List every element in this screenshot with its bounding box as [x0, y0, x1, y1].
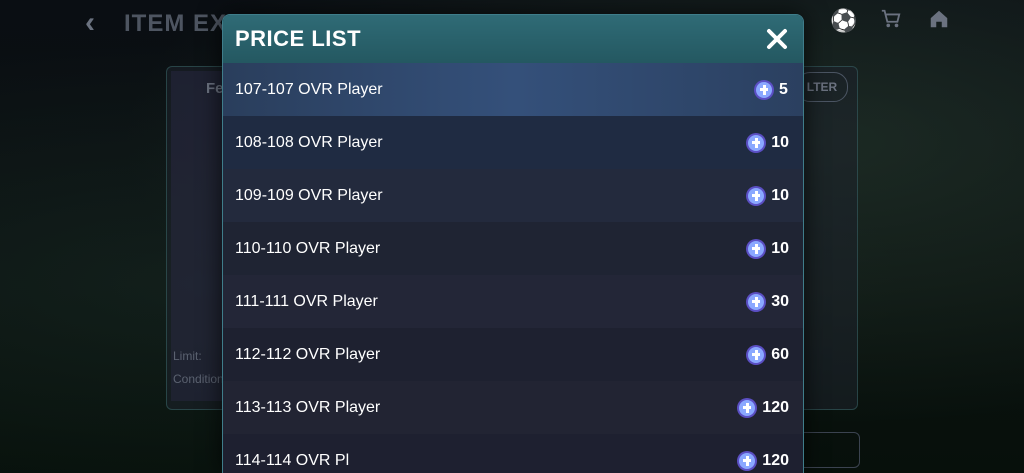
price-row-label: 112-112 OVR Player: [235, 345, 381, 363]
modal-header: PRICE LIST: [223, 15, 803, 63]
modal-title: PRICE LIST: [235, 26, 362, 51]
price-row-label: 109-109 OVR Player: [235, 186, 383, 204]
price-amount: 5: [779, 80, 788, 98]
price-row-value: 10: [745, 238, 789, 260]
price-row: 113-113 OVR Player 120: [223, 381, 803, 434]
token-coin-icon: [737, 450, 758, 471]
price-row-label: 113-113 OVR Player: [235, 398, 381, 416]
token-coin-icon: [746, 132, 767, 153]
price-row: 110-110 OVR Player 10: [223, 222, 803, 275]
price-row: 107-107 OVR Player 5: [223, 63, 803, 116]
background-header-icons: ⚽: [830, 8, 952, 34]
price-row: 114-114 OVR Pl 120: [223, 434, 803, 473]
price-amount: 120: [762, 451, 789, 469]
close-icon: [767, 29, 787, 49]
price-row-value: 30: [745, 291, 789, 313]
price-row-value: 60: [745, 344, 789, 366]
price-row-value: 120: [736, 397, 789, 419]
screen: ‹ ITEM EX 0 ⊕ ⚽ Fe LTER Limit: Condition…: [0, 0, 1024, 473]
price-row: 112-112 OVR Player 60: [223, 328, 803, 381]
price-row-label: 111-111 OVR Player: [235, 292, 378, 310]
token-coin-icon: [737, 397, 758, 418]
price-row-value: 10: [745, 185, 789, 207]
price-amount: 10: [771, 239, 789, 257]
price-row: 109-109 OVR Player 10: [223, 169, 803, 222]
price-row-label: 114-114 OVR Pl: [235, 451, 350, 469]
token-coin-icon: [754, 79, 774, 100]
token-coin-icon: [746, 238, 767, 259]
ball-icon: ⚽: [830, 8, 858, 33]
price-row: 111-111 OVR Player 30: [223, 275, 803, 328]
price-row-label: 110-110 OVR Player: [235, 239, 381, 257]
home-icon: [926, 8, 952, 34]
price-row-value: 5: [753, 79, 789, 101]
limit-label: Limit:: [173, 349, 202, 363]
token-coin-icon: [746, 291, 767, 312]
price-row-label: 108-108 OVR Player: [235, 133, 383, 151]
cart-icon: [878, 8, 904, 34]
price-row-label: 107-107 OVR Player: [235, 80, 383, 98]
price-amount: 10: [771, 133, 789, 151]
price-list-modal: PRICE LIST 107-107 OVR Player 5 108-108 …: [222, 14, 804, 473]
condition-label: Condition: [173, 372, 224, 386]
close-button[interactable]: [761, 23, 793, 55]
background-panel-label: Fe: [206, 80, 224, 97]
price-amount: 60: [771, 345, 789, 363]
price-row: 108-108 OVR Player 10: [223, 116, 803, 169]
background-title: ITEM EX: [124, 10, 228, 37]
price-amount: 30: [771, 292, 789, 310]
price-row-value: 120: [736, 450, 789, 472]
background-bottom-button: [798, 432, 860, 468]
token-coin-icon: [746, 344, 767, 365]
price-row-value: 10: [745, 132, 789, 154]
price-list[interactable]: 107-107 OVR Player 5 108-108 OVR Player …: [223, 63, 803, 473]
price-amount: 10: [771, 186, 789, 204]
token-coin-icon: [746, 185, 767, 206]
back-chevron-icon: ‹: [85, 6, 95, 39]
price-amount: 120: [762, 398, 789, 416]
